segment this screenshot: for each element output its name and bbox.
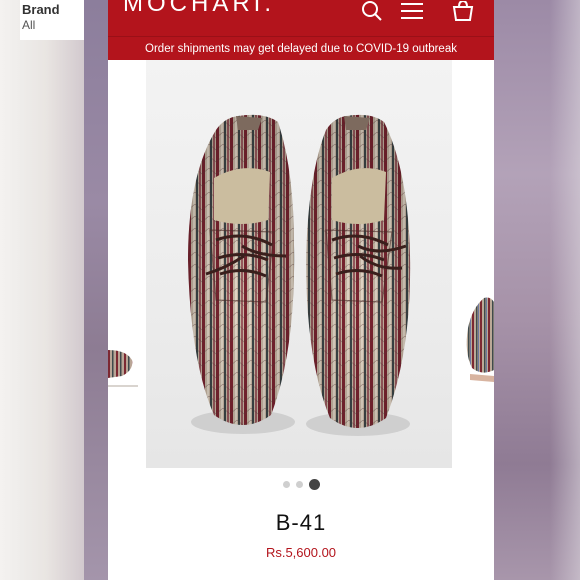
- gallery-dot[interactable]: [282, 481, 290, 489]
- gallery-dot[interactable]: [295, 481, 303, 489]
- background-left: [0, 0, 84, 580]
- gallery-pagination: [108, 476, 494, 491]
- gallery-dot[interactable]: [308, 479, 320, 491]
- product-title: B-41: [275, 510, 327, 535]
- next-slide-peek[interactable]: [464, 292, 494, 384]
- search-icon[interactable]: [360, 1, 384, 21]
- phone-screen: MOCHARI. Order shipments may get delayed…: [108, 0, 494, 580]
- site-logo[interactable]: MOCHARI.: [123, 0, 275, 18]
- covid-notice-banner: Order shipments may get delayed due to C…: [108, 36, 494, 61]
- shoe-pair-image: [188, 114, 411, 436]
- product-image: [146, 60, 452, 468]
- background-left-edge: [84, 0, 108, 580]
- cart-icon[interactable]: [451, 1, 475, 21]
- brand-filter-label: Brand: [22, 2, 60, 17]
- background-right: [494, 0, 580, 580]
- menu-icon[interactable]: [400, 1, 424, 21]
- product-gallery[interactable]: [108, 60, 494, 470]
- product-price: Rs.5,600.00: [265, 545, 337, 560]
- previous-slide-peek[interactable]: [108, 330, 138, 390]
- brand-filter-value[interactable]: All: [22, 18, 35, 32]
- site-header: MOCHARI.: [108, 0, 494, 36]
